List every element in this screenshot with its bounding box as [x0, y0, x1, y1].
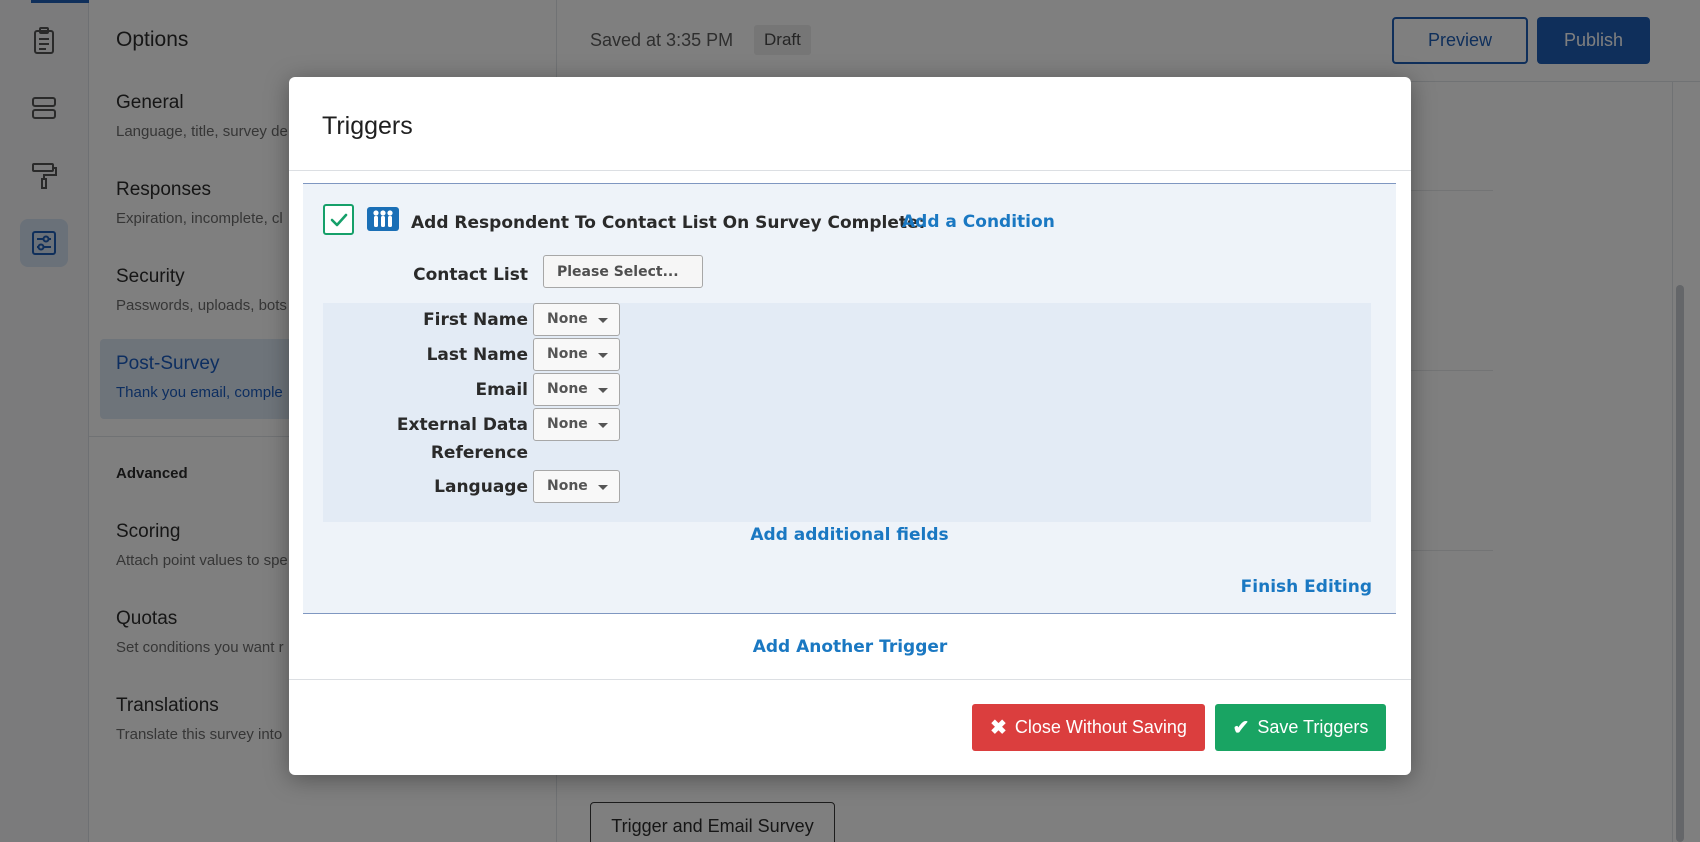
language-select[interactable]: None: [533, 470, 620, 503]
trigger-title: Add Respondent To Contact List On Survey…: [411, 213, 926, 233]
add-another-trigger-link[interactable]: Add Another Trigger: [289, 637, 1411, 657]
trigger-card: Add Respondent To Contact List On Survey…: [303, 183, 1396, 614]
modal-header: Triggers: [289, 77, 1411, 171]
checkmark-icon: ✔: [1232, 716, 1250, 739]
select-value: None: [547, 416, 588, 432]
trigger-enabled-checkbox[interactable]: [323, 204, 354, 235]
contact-list-label: Contact List: [413, 265, 528, 285]
modal-title: Triggers: [322, 112, 413, 140]
last-name-select[interactable]: None: [533, 338, 620, 371]
save-button-label: Save Triggers: [1257, 717, 1369, 737]
checkmark-icon: [330, 213, 347, 226]
email-select[interactable]: None: [533, 373, 620, 406]
last-name-label: Last Name: [426, 345, 528, 365]
finish-editing-link[interactable]: Finish Editing: [1241, 577, 1372, 597]
email-label: Email: [475, 380, 528, 400]
dropdown-caret-icon: [598, 423, 608, 428]
select-value: None: [547, 311, 588, 327]
dropdown-caret-icon: [598, 353, 608, 358]
select-value: None: [547, 346, 588, 362]
add-additional-fields-link[interactable]: Add additional fields: [303, 525, 1396, 545]
first-name-label: First Name: [423, 310, 528, 330]
external-data-reference-select[interactable]: None: [533, 408, 620, 441]
language-label: Language: [434, 477, 528, 497]
triggers-modal: Triggers Add Respondent To Contact List …: [289, 77, 1411, 775]
close-button-label: Close Without Saving: [1014, 717, 1187, 737]
dropdown-caret-icon: [598, 485, 608, 490]
dropdown-caret-icon: [598, 318, 608, 323]
save-triggers-button[interactable]: ✔ Save Triggers: [1215, 704, 1386, 751]
close-icon: ✖: [990, 716, 1007, 739]
modal-footer: ✖ Close Without Saving ✔ Save Triggers: [289, 679, 1411, 775]
contact-list-people-icon: [367, 207, 399, 231]
select-value: None: [547, 478, 588, 494]
add-condition-link[interactable]: Add a Condition: [902, 212, 1055, 232]
external-data-label: External Data: [396, 415, 528, 435]
close-without-saving-button[interactable]: ✖ Close Without Saving: [972, 704, 1205, 751]
field-mapping-box: First Name None Last Name None Email Non…: [323, 303, 1371, 522]
external-data-label-line2: Reference: [430, 443, 528, 463]
contact-list-select[interactable]: Please Select...: [543, 255, 703, 288]
first-name-select[interactable]: None: [533, 303, 620, 336]
dropdown-caret-icon: [598, 388, 608, 393]
select-value: None: [547, 381, 588, 397]
